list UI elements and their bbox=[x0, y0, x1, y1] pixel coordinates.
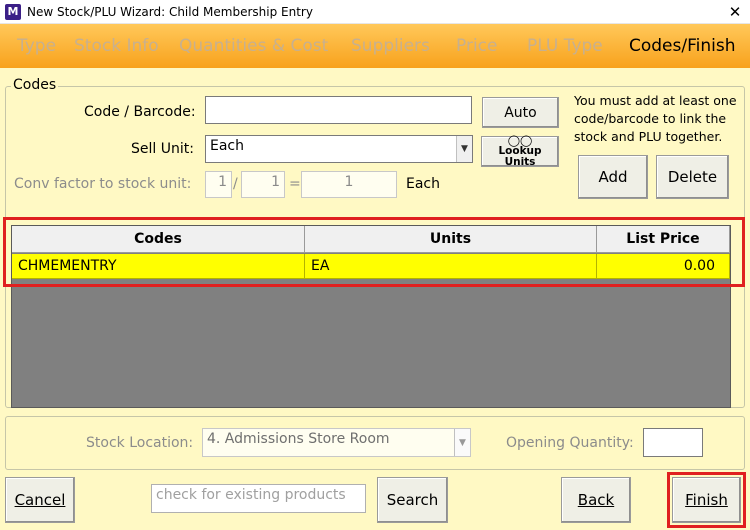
stock-location-value: 4. Admissions Store Room bbox=[207, 431, 390, 447]
lookup-units-button[interactable]: ◯◯ Lookup Units bbox=[481, 135, 559, 168]
chevron-down-icon[interactable]: ▼ bbox=[454, 429, 470, 456]
tab-codes-finish[interactable]: Codes/Finish bbox=[629, 36, 736, 56]
sell-unit-select[interactable]: Each ▼ bbox=[205, 135, 473, 163]
opening-quantity-input[interactable] bbox=[643, 428, 703, 457]
conv-result-input[interactable]: 1 bbox=[301, 171, 397, 198]
tab-plu-type[interactable]: PLU Type bbox=[527, 36, 603, 56]
conv-unit-label: Each bbox=[406, 176, 440, 192]
stock-location-select[interactable]: 4. Admissions Store Room ▼ bbox=[202, 428, 471, 457]
conv-slash: / bbox=[233, 176, 238, 192]
tab-price[interactable]: Price bbox=[456, 36, 497, 56]
conv-factor-label: Conv factor to stock unit: bbox=[14, 176, 192, 192]
search-input[interactable]: check for existing products bbox=[151, 484, 366, 513]
sell-unit-value: Each bbox=[210, 138, 244, 154]
tab-quantities-cost[interactable]: Quantities & Cost bbox=[179, 36, 328, 56]
window-title: New Stock/PLU Wizard: Child Membership E… bbox=[27, 5, 313, 19]
chevron-down-icon[interactable]: ▼ bbox=[456, 136, 472, 162]
cancel-button[interactable]: Cancel bbox=[5, 477, 75, 523]
conv-equals: = bbox=[289, 176, 301, 192]
close-window-button[interactable]: ✕ bbox=[720, 0, 750, 24]
tab-suppliers[interactable]: Suppliers bbox=[351, 36, 430, 56]
search-button[interactable]: Search bbox=[377, 477, 448, 523]
conv-numerator-input[interactable]: 1 bbox=[205, 171, 232, 198]
lookup-units-label: Lookup Units bbox=[498, 145, 542, 168]
conv-denominator-input[interactable]: 1 bbox=[241, 171, 285, 198]
delete-button[interactable]: Delete bbox=[656, 155, 729, 199]
auto-button[interactable]: Auto bbox=[482, 97, 559, 128]
help-text: You must add at least one code/barcode t… bbox=[574, 93, 737, 144]
tab-stock-info[interactable]: Stock Info bbox=[74, 36, 159, 56]
code-barcode-label: Code / Barcode: bbox=[84, 104, 196, 120]
grid-header-highlight bbox=[3, 217, 745, 287]
tab-type[interactable]: Type bbox=[17, 36, 56, 56]
add-button[interactable]: Add bbox=[578, 155, 648, 199]
sell-unit-label: Sell Unit: bbox=[131, 141, 194, 157]
code-barcode-input[interactable] bbox=[205, 96, 472, 124]
app-icon: M bbox=[5, 4, 21, 20]
stock-location-label: Stock Location: bbox=[86, 435, 194, 451]
opening-quantity-label: Opening Quantity: bbox=[506, 435, 634, 451]
finish-button-highlight bbox=[667, 472, 746, 528]
codes-legend: Codes bbox=[11, 77, 59, 93]
back-button[interactable]: Back bbox=[561, 477, 631, 523]
